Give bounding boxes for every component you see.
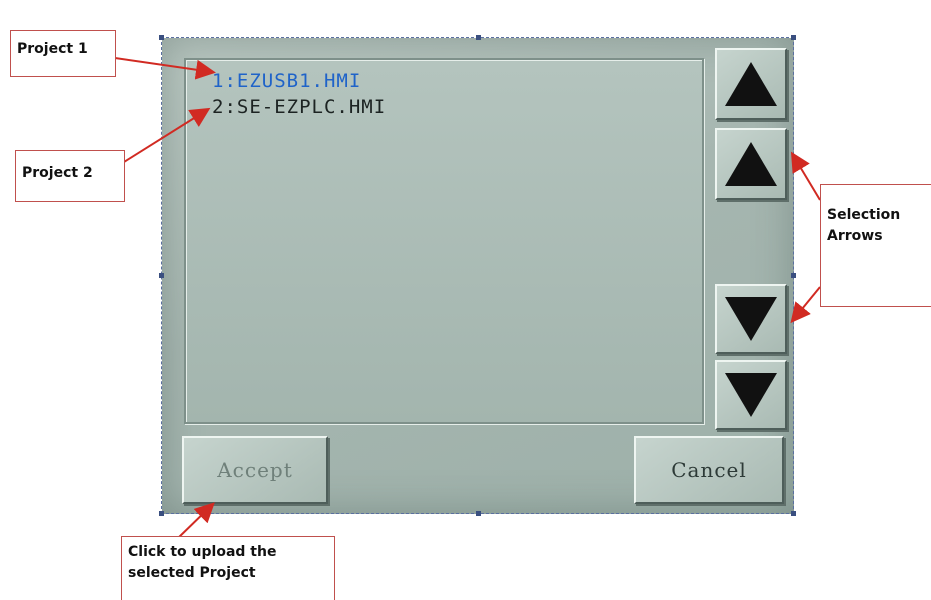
arrow-project-1	[114, 57, 216, 80]
annotation-arrows	[114, 57, 821, 541]
callout-selection-arrows: Selection Arrows	[820, 184, 931, 307]
callout-project-1: Project 1	[10, 30, 116, 77]
callout-accept-note: Click to upload the selected Project	[121, 536, 335, 600]
arrow-selection-up	[790, 151, 821, 201]
callout-project-2: Project 2	[15, 150, 125, 202]
arrow-accept-note	[175, 502, 215, 541]
arrow-selection-down	[790, 286, 821, 324]
arrow-project-2	[123, 107, 211, 163]
